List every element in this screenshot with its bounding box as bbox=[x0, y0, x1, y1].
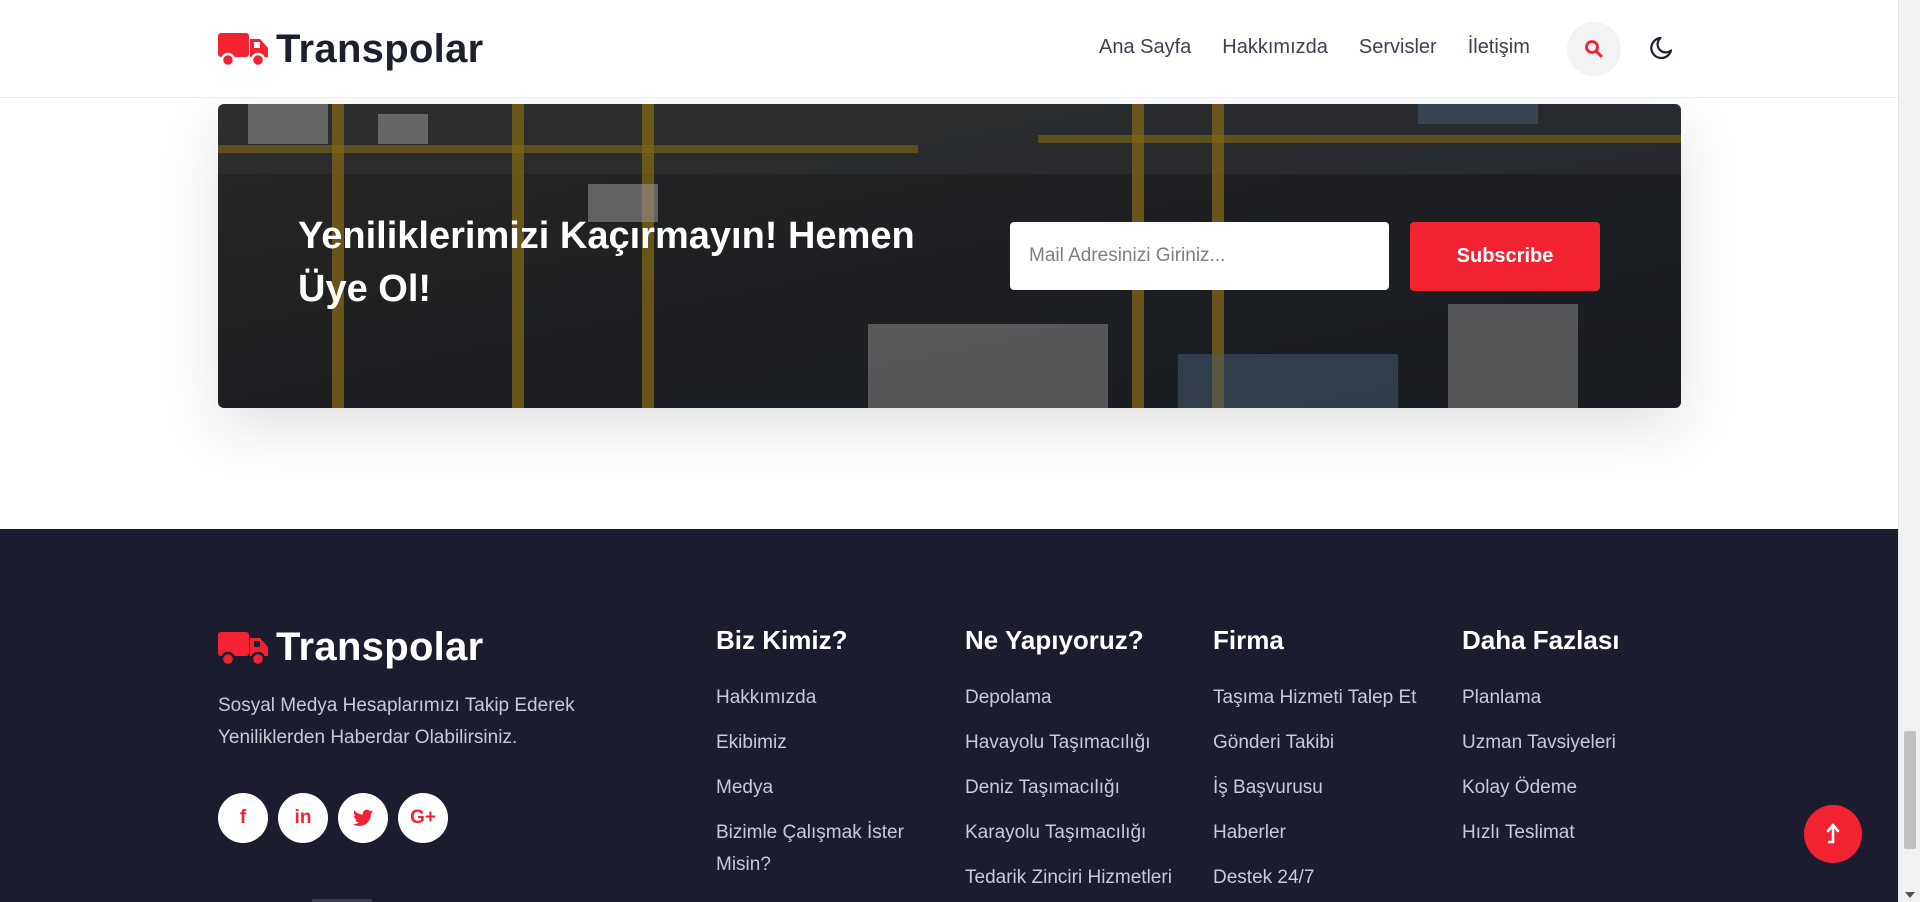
scroll-to-top-button[interactable] bbox=[1804, 805, 1862, 863]
google-plus-icon: G+ bbox=[410, 807, 436, 828]
footer-link[interactable]: Hakkımızda bbox=[716, 682, 916, 714]
footer-link[interactable]: Haberler bbox=[1213, 817, 1453, 849]
footer-link[interactable]: Havayolu Taşımacılığı bbox=[965, 727, 1205, 759]
footer-link[interactable]: Kolay Ödeme bbox=[1462, 772, 1682, 804]
header-logo[interactable]: Transpolar bbox=[218, 26, 484, 72]
footer-link[interactable]: Deniz Taşımacılığı bbox=[965, 772, 1205, 804]
footer-link[interactable]: Taşıma Hizmeti Talep Et bbox=[1213, 682, 1453, 714]
footer-link[interactable]: Bizimle Çalışmak İster Misin? bbox=[716, 817, 916, 881]
nav-contact[interactable]: İletişim bbox=[1468, 36, 1530, 59]
footer-logo[interactable]: Transpolar bbox=[218, 625, 484, 670]
footer-brand-name: Transpolar bbox=[276, 625, 484, 669]
footer-column-who: Biz Kimiz? Hakkımızda Ekibimiz Medya Biz… bbox=[716, 625, 916, 894]
search-button[interactable] bbox=[1567, 22, 1621, 76]
column-title: Firma bbox=[1213, 625, 1284, 655]
site-footer: Transpolar Sosyal Medya Hesaplarımızı Ta… bbox=[0, 529, 1898, 902]
twitter-icon bbox=[353, 809, 373, 826]
search-icon bbox=[1585, 40, 1603, 58]
footer-link[interactable]: Medya bbox=[716, 772, 916, 804]
column-title: Biz Kimiz? bbox=[716, 625, 848, 655]
footer-link[interactable]: Tedarik Zinciri Hizmetleri bbox=[965, 862, 1205, 894]
nav-services[interactable]: Servisler bbox=[1359, 36, 1437, 59]
linkedin-icon: in bbox=[294, 807, 312, 828]
footer-link[interactable]: Ekibimiz bbox=[716, 727, 916, 759]
facebook-icon: f bbox=[239, 807, 247, 828]
moon-icon bbox=[1650, 36, 1673, 60]
footer-link[interactable]: İş Başvurusu bbox=[1213, 772, 1453, 804]
subscribe-button[interactable]: Subscribe bbox=[1410, 222, 1600, 291]
footer-column-what: Ne Yapıyoruz? Depolama Havayolu Taşımacı… bbox=[965, 625, 1205, 902]
footer-link[interactable]: Karayolu Taşımacılığı bbox=[965, 817, 1205, 849]
main-nav: Ana Sayfa Hakkımızda Servisler İletişim bbox=[1099, 36, 1561, 59]
footer-link[interactable]: Gönderi Takibi bbox=[1213, 727, 1453, 759]
email-input[interactable] bbox=[1010, 222, 1389, 290]
column-title: Daha Fazlası bbox=[1462, 625, 1620, 655]
footer-link[interactable]: Hızlı Teslimat bbox=[1462, 817, 1682, 849]
nav-about[interactable]: Hakkımızda bbox=[1222, 36, 1328, 59]
truck-icon bbox=[218, 631, 268, 666]
social-links: f in G+ bbox=[218, 793, 458, 843]
footer-link[interactable]: Planlama bbox=[1462, 682, 1682, 714]
column-title: Ne Yapıyoruz? bbox=[965, 625, 1144, 655]
twitter-button[interactable] bbox=[338, 793, 388, 843]
footer-link[interactable]: Uzman Tavsiyeleri bbox=[1462, 727, 1682, 759]
page-scrollbar[interactable] bbox=[1898, 0, 1920, 902]
footer-link[interactable]: Destek 24/7 bbox=[1213, 862, 1453, 894]
footer-description: Sosyal Medya Hesaplarımızı Takip Ederek … bbox=[218, 695, 575, 748]
nav-home[interactable]: Ana Sayfa bbox=[1099, 36, 1191, 59]
brand-name: Transpolar bbox=[276, 26, 484, 71]
theme-toggle-button[interactable] bbox=[1648, 32, 1678, 62]
newsletter-banner: Yeniliklerimizi Kaçırmayın! Hemen Üye Ol… bbox=[218, 104, 1681, 408]
newsletter-title: Yeniliklerimizi Kaçırmayın! Hemen Üye Ol… bbox=[298, 215, 915, 310]
facebook-button[interactable]: f bbox=[218, 793, 268, 843]
arrow-up-icon bbox=[1826, 823, 1840, 844]
linkedin-button[interactable]: in bbox=[278, 793, 328, 843]
scrollbar-thumb[interactable] bbox=[1904, 731, 1916, 849]
site-header: Transpolar Ana Sayfa Hakkımızda Servisle… bbox=[0, 0, 1898, 98]
footer-link[interactable]: Depolama bbox=[965, 682, 1205, 714]
footer-column-company: Firma Taşıma Hizmeti Talep Et Gönderi Ta… bbox=[1213, 625, 1453, 902]
truck-icon bbox=[218, 33, 268, 68]
google-plus-button[interactable]: G+ bbox=[398, 793, 448, 843]
scroll-down-arrow-icon[interactable] bbox=[1905, 892, 1915, 898]
footer-column-more: Daha Fazlası Planlama Uzman Tavsiyeleri … bbox=[1462, 625, 1682, 862]
